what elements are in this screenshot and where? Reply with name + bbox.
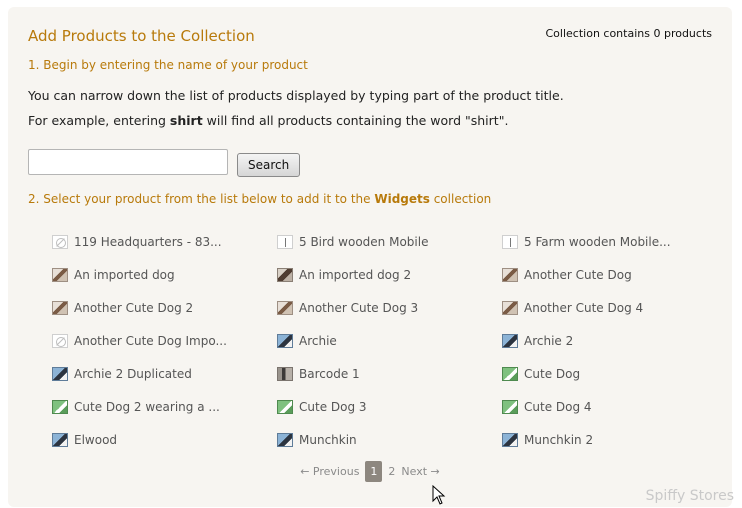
- product-item[interactable]: Another Cute Dog: [502, 258, 722, 291]
- page-2-link[interactable]: 2: [388, 465, 395, 478]
- product-item[interactable]: Another Cute Dog 2: [52, 291, 277, 324]
- product-thumbnail-icon: [52, 432, 68, 447]
- product-label: Another Cute Dog 3: [299, 300, 419, 315]
- next-page-link[interactable]: Next →: [401, 465, 439, 478]
- step-2-heading: 2. Select your product from the list bel…: [28, 192, 491, 206]
- product-label: An imported dog 2: [299, 267, 412, 282]
- product-item[interactable]: Barcode 1: [277, 357, 502, 390]
- product-item[interactable]: An imported dog 2: [277, 258, 502, 291]
- product-thumbnail-icon: [52, 300, 68, 315]
- product-label: 5 Bird wooden Mobile: [299, 234, 429, 249]
- mouse-cursor-icon: [432, 485, 446, 505]
- product-item[interactable]: Munchkin: [277, 423, 502, 456]
- product-thumbnail-icon: [502, 267, 518, 282]
- step-1-heading: 1. Begin by entering the name of your pr…: [28, 58, 308, 72]
- instructions-line-2: For example, entering shirt will find al…: [28, 113, 508, 128]
- product-item[interactable]: Archie 2 Duplicated: [52, 357, 277, 390]
- product-thumbnail-icon: [502, 432, 518, 447]
- pagination: ← Previous 1 2 Next →: [8, 461, 732, 482]
- product-thumbnail-icon: [502, 399, 518, 414]
- collection-name: Widgets: [374, 192, 430, 206]
- product-label: Barcode 1: [299, 366, 360, 381]
- product-item[interactable]: Archie: [277, 324, 502, 357]
- page-1-current: 1: [365, 461, 383, 482]
- product-item[interactable]: Cute Dog 3: [277, 390, 502, 423]
- product-label: Archie 2 Duplicated: [74, 366, 192, 381]
- step-2-suffix: collection: [429, 192, 492, 206]
- product-label: An imported dog: [74, 267, 175, 282]
- product-label: Cute Dog 2 wearing a ...: [74, 399, 220, 414]
- product-thumbnail-icon: [277, 300, 293, 315]
- step-2-prefix: 2. Select your product from the list bel…: [28, 192, 375, 206]
- product-label: Another Cute Dog 2: [74, 300, 194, 315]
- instructions-prefix: For example, entering: [28, 113, 170, 128]
- product-item[interactable]: Cute Dog: [502, 357, 722, 390]
- product-item[interactable]: 5 Bird wooden Mobile: [277, 225, 502, 258]
- product-label: Another Cute Dog 4: [524, 300, 644, 315]
- product-thumbnail-icon: [277, 432, 293, 447]
- product-thumbnail-icon: [52, 333, 68, 348]
- product-item[interactable]: 119 Headquarters - 83...: [52, 225, 277, 258]
- product-thumbnail-icon: [52, 399, 68, 414]
- product-item[interactable]: Cute Dog 4: [502, 390, 722, 423]
- product-label: Cute Dog 3: [299, 399, 367, 414]
- product-label: Archie 2: [524, 333, 574, 348]
- product-list: 119 Headquarters - 83... 5 Bird wooden Mo…: [52, 225, 722, 456]
- product-label: Archie: [299, 333, 337, 348]
- product-thumbnail-icon: [502, 333, 518, 348]
- product-thumbnail-icon: [277, 234, 293, 249]
- product-label: Cute Dog 4: [524, 399, 592, 414]
- product-item[interactable]: Munchkin 2: [502, 423, 722, 456]
- product-thumbnail-icon: [502, 300, 518, 315]
- product-label: 119 Headquarters - 83...: [74, 234, 222, 249]
- page-title: Add Products to the Collection: [28, 27, 255, 45]
- product-item[interactable]: Another Cute Dog 4: [502, 291, 722, 324]
- product-item[interactable]: Elwood: [52, 423, 277, 456]
- product-thumbnail-icon: [52, 234, 68, 249]
- product-thumbnail-icon: [502, 234, 518, 249]
- product-label: Another Cute Dog: [524, 267, 632, 282]
- product-thumbnail-icon: [502, 366, 518, 381]
- instructions-suffix: will find all products containing the wo…: [202, 113, 509, 128]
- product-item[interactable]: 5 Farm wooden Mobile...: [502, 225, 722, 258]
- previous-page-link[interactable]: ← Previous: [300, 465, 359, 478]
- product-thumbnail-icon: [277, 366, 293, 381]
- product-item[interactable]: Another Cute Dog Impo...: [52, 324, 277, 357]
- product-label: 5 Farm wooden Mobile...: [524, 234, 671, 249]
- add-products-panel: Add Products to the Collection Collectio…: [8, 7, 732, 507]
- product-thumbnail-icon: [277, 399, 293, 414]
- product-search-input[interactable]: [28, 149, 228, 175]
- brand-watermark: Spiffy Stores: [645, 488, 734, 504]
- product-item[interactable]: An imported dog: [52, 258, 277, 291]
- product-thumbnail-icon: [277, 333, 293, 348]
- product-label: Elwood: [74, 432, 118, 447]
- product-label: Munchkin 2: [524, 432, 594, 447]
- product-item[interactable]: Cute Dog 2 wearing a ...: [52, 390, 277, 423]
- product-label: Cute Dog: [524, 366, 581, 381]
- product-item[interactable]: Archie 2: [502, 324, 722, 357]
- product-thumbnail-icon: [52, 267, 68, 282]
- product-label: Munchkin: [299, 432, 357, 447]
- instructions-line-1: You can narrow down the list of products…: [28, 88, 564, 103]
- product-label: Another Cute Dog Impo...: [74, 333, 227, 348]
- product-item[interactable]: Another Cute Dog 3: [277, 291, 502, 324]
- instructions-example-word: shirt: [169, 113, 203, 128]
- product-thumbnail-icon: [277, 267, 293, 282]
- product-thumbnail-icon: [52, 366, 68, 381]
- search-button[interactable]: Search: [237, 153, 301, 177]
- collection-count: Collection contains 0 products: [545, 27, 713, 40]
